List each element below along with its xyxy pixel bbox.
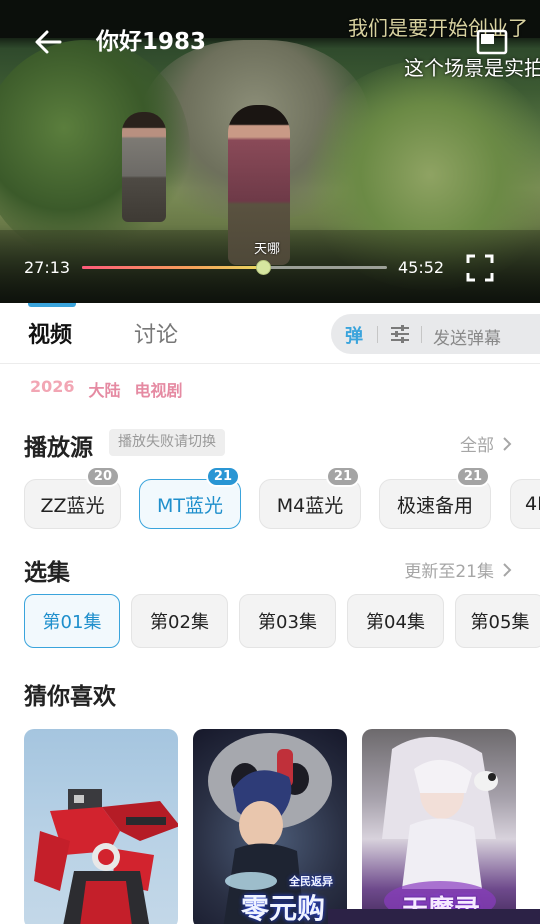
source-chip-4k[interactable]: 4K xyxy=(510,479,540,529)
source-chip-m4[interactable]: M4蓝光 21 xyxy=(259,466,361,529)
recommend-card[interactable]: 天魔录 xyxy=(362,729,516,924)
video-subtitle: 天哪 xyxy=(254,242,281,257)
chevron-right-icon xyxy=(503,436,512,451)
source-count-badge: 21 xyxy=(455,466,490,487)
episodes-update-label: 更新至21集 xyxy=(404,562,494,582)
active-tab-indicator xyxy=(28,303,76,307)
source-more-label: 全部 xyxy=(460,436,494,456)
tab-discuss[interactable]: 讨论 xyxy=(134,317,178,349)
video-player[interactable]: 我们是要开始创业了 这个场景是实拍 你好1983 天哪 27:13 45:52 xyxy=(0,0,540,303)
content-tabs: 视频 讨论 弹 发送弹幕 xyxy=(0,303,540,364)
mecha-poster-art xyxy=(34,789,178,924)
source-chip-label: MT蓝光 xyxy=(157,494,223,517)
source-chip-label: 极速备用 xyxy=(396,494,473,517)
video-tags: 2026 大陆 电视剧 xyxy=(30,377,183,401)
source-chip-mt[interactable]: MT蓝光 21 xyxy=(139,466,241,529)
poster-art-text: 零元购 xyxy=(241,892,326,924)
tag-region: 大陆 xyxy=(88,381,121,400)
recommend-card[interactable]: 全民返异 零元购 xyxy=(193,729,347,924)
tag-year: 2026 xyxy=(30,377,75,396)
episodes-section-title: 选集 xyxy=(24,560,70,586)
episode-chip[interactable]: 第01集 xyxy=(24,594,120,648)
divider xyxy=(421,326,422,343)
episode-chip[interactable]: 第04集 xyxy=(347,594,444,648)
progress-bar[interactable] xyxy=(82,260,387,275)
bottom-partial-overlay xyxy=(328,909,540,924)
source-count-badge: 21 xyxy=(325,466,360,487)
danmaku-bar: 弹 发送弹幕 xyxy=(331,314,540,354)
source-count-badge: 21 xyxy=(205,466,240,487)
tab-video[interactable]: 视频 xyxy=(28,317,72,349)
source-hint: 播放失败请切换 xyxy=(109,429,225,456)
fullscreen-icon xyxy=(466,254,494,282)
tag-type: 电视剧 xyxy=(134,381,183,400)
source-more-link[interactable]: 全部 xyxy=(460,431,512,456)
source-chip-label: ZZ蓝光 xyxy=(40,494,105,517)
video-frame-person-back xyxy=(122,112,166,222)
progress-played xyxy=(82,266,263,269)
chevron-right-icon xyxy=(503,562,512,577)
video-title: 你好1983 xyxy=(96,29,207,55)
episode-chip[interactable]: 第03集 xyxy=(239,594,336,648)
back-button[interactable] xyxy=(28,26,68,58)
source-section-title: 播放源 xyxy=(24,435,93,461)
divider xyxy=(377,326,378,343)
source-chip-label: M4蓝光 xyxy=(276,494,344,517)
source-chip-label: 4K xyxy=(525,493,540,515)
picture-in-picture-button[interactable] xyxy=(476,28,508,58)
episodes-more-link[interactable]: 更新至21集 xyxy=(404,557,512,582)
recommend-card[interactable] xyxy=(24,729,178,924)
current-time: 27:13 xyxy=(24,258,71,277)
danmaku-toggle-button[interactable]: 弹 xyxy=(345,322,363,348)
episode-chip[interactable]: 第02集 xyxy=(131,594,228,648)
progress-thumb[interactable] xyxy=(255,260,271,275)
picture-in-picture-icon xyxy=(476,29,508,55)
total-time: 45:52 xyxy=(398,258,445,277)
danmaku-settings-button[interactable] xyxy=(389,323,411,345)
danmaku-comment: 这个场景是实拍 xyxy=(404,56,540,80)
sliders-icon xyxy=(391,325,409,343)
arrow-left-icon xyxy=(35,30,62,54)
episode-chip[interactable]: 第05集 xyxy=(455,594,540,648)
send-danmaku-input[interactable]: 发送弹幕 xyxy=(433,324,501,349)
fullscreen-button[interactable] xyxy=(466,254,494,282)
source-count-badge: 20 xyxy=(85,466,120,487)
recommend-section-title: 猜你喜欢 xyxy=(24,684,116,710)
source-chip-zz[interactable]: ZZ蓝光 20 xyxy=(24,466,121,529)
source-chip-backup[interactable]: 极速备用 21 xyxy=(379,466,491,529)
